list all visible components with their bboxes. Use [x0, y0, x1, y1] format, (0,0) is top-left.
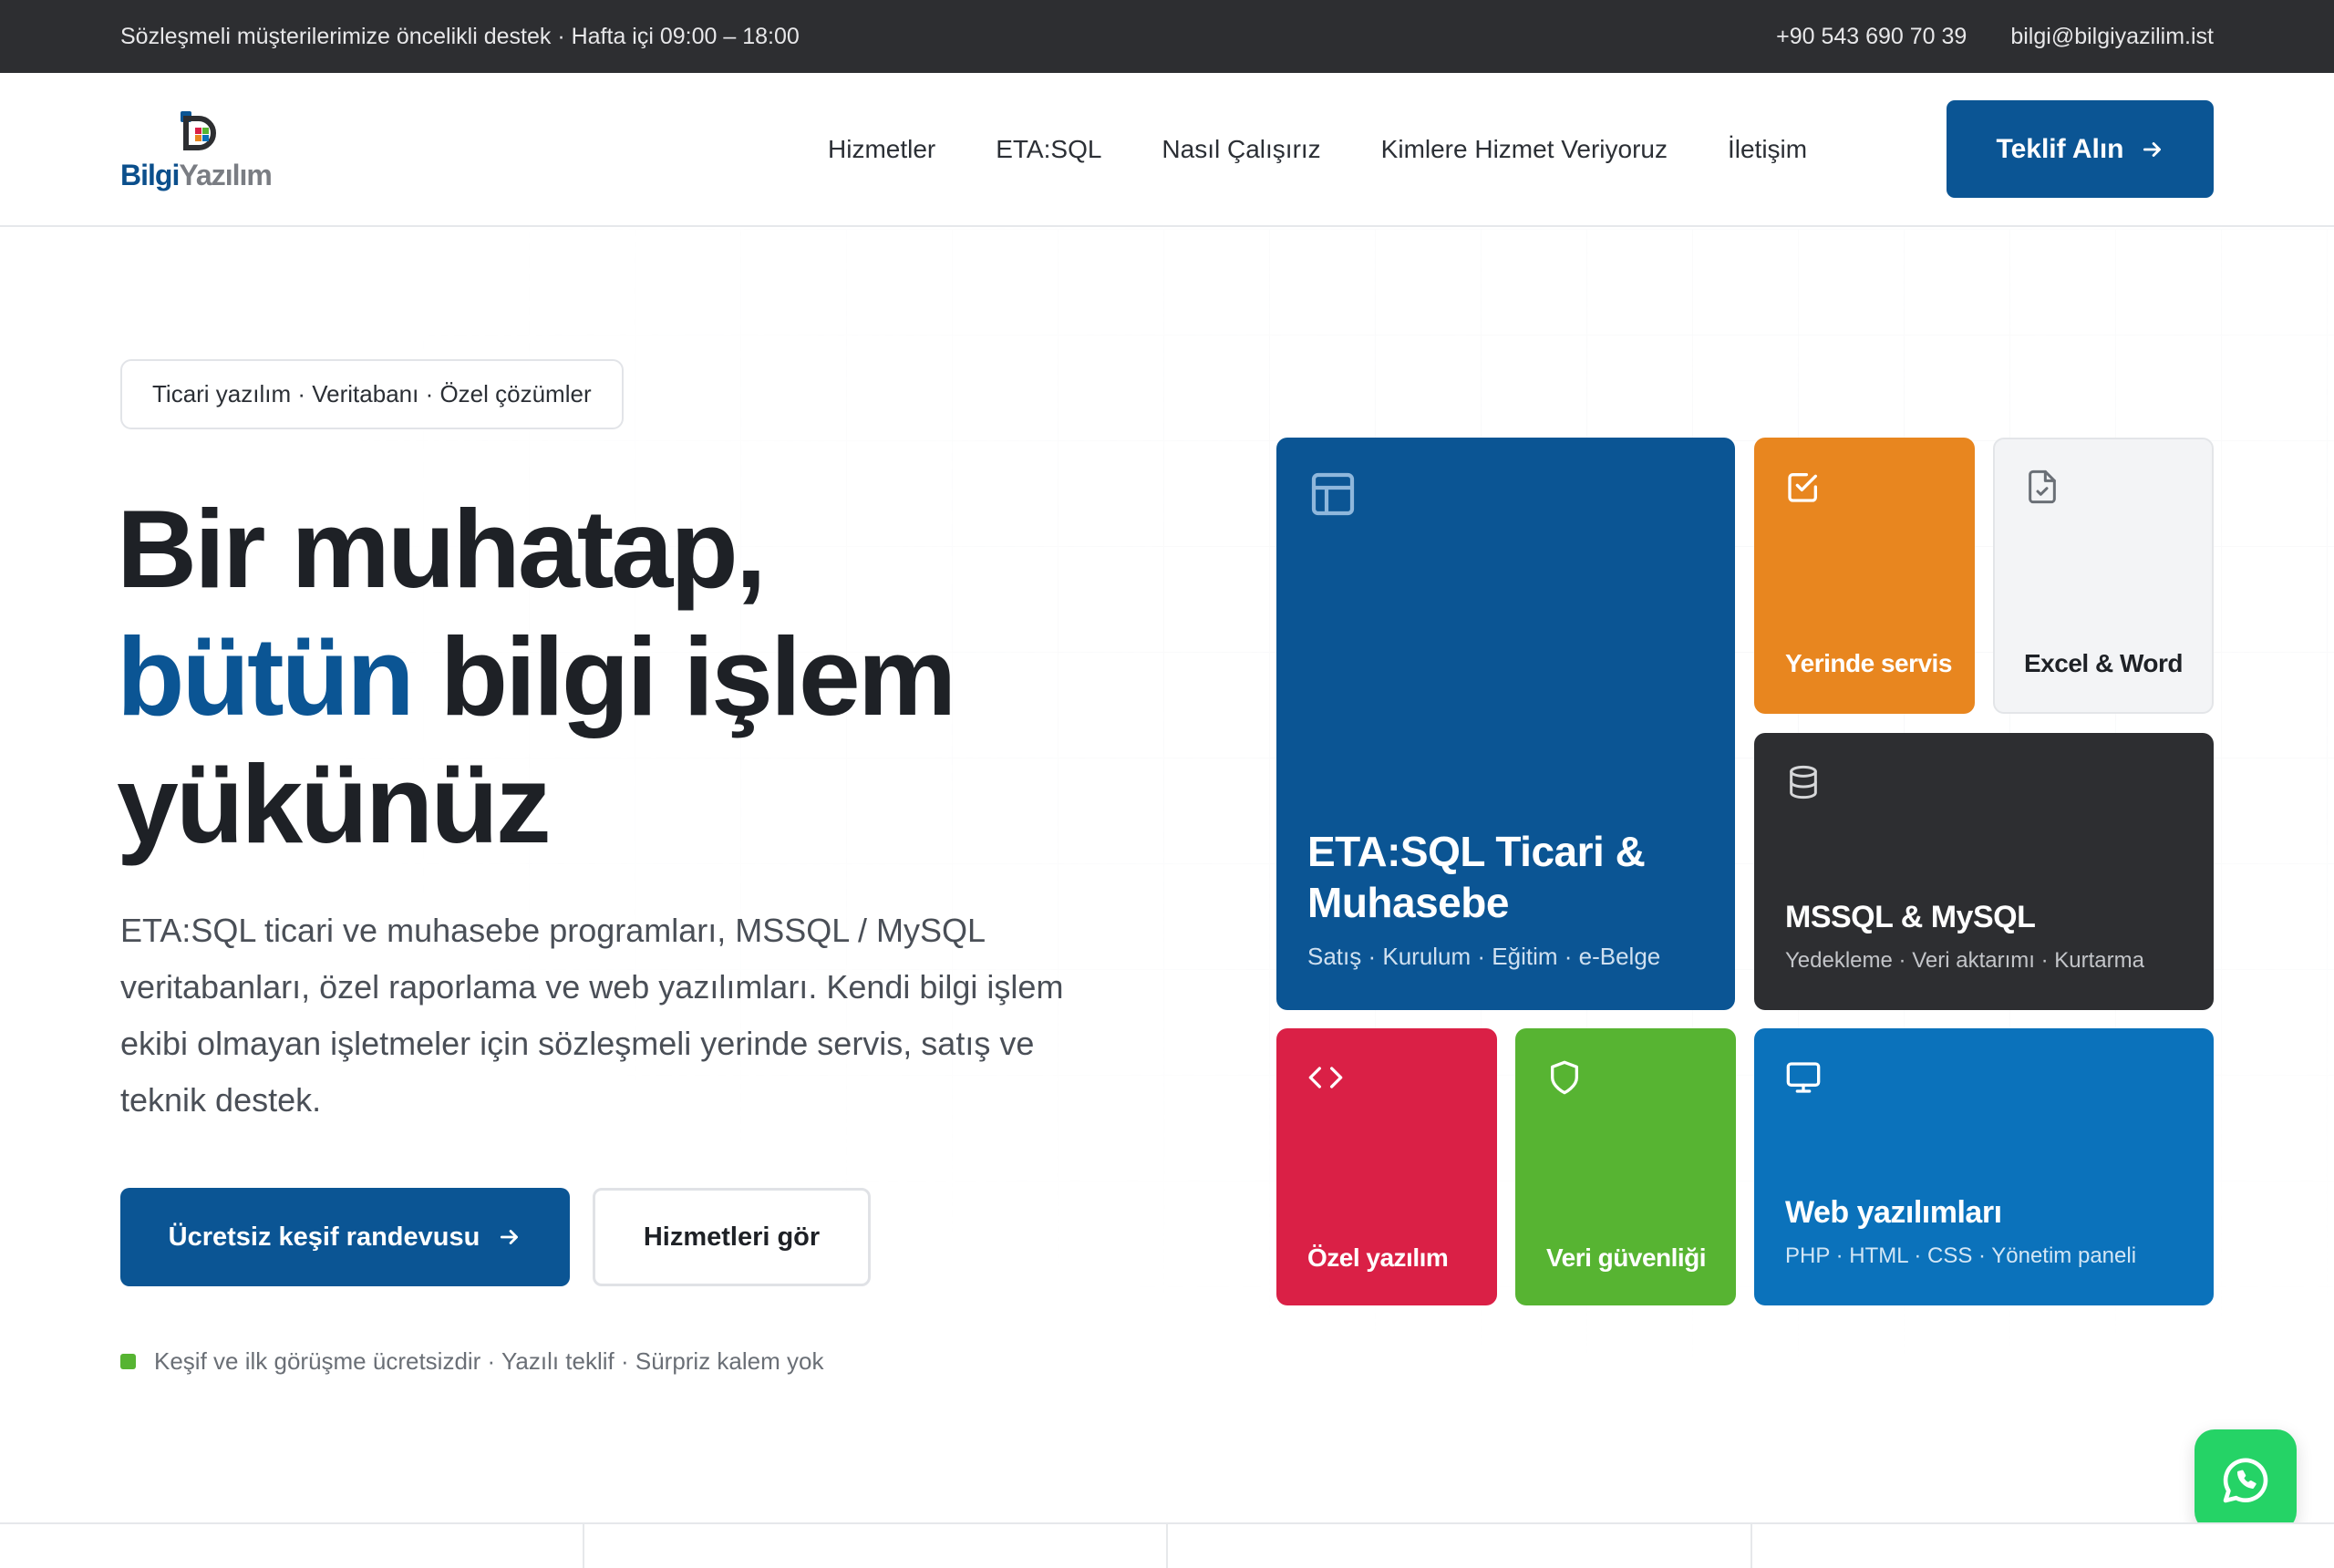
- tile-web-subtitle: PHP · HTML · CSS · Yönetim paneli: [1785, 1243, 2137, 1268]
- tile-veri-guvenligi[interactable]: Veri güvenliği: [1515, 1028, 1736, 1305]
- tile-excel-title: Excel & Word: [2024, 649, 2183, 677]
- nav-item-eta-sql[interactable]: ETA:SQL: [996, 135, 1101, 164]
- whatsapp-icon: [2223, 1458, 2268, 1503]
- see-services-button[interactable]: Hizmetleri gör: [593, 1188, 871, 1286]
- arrow-right-icon: [2143, 141, 2161, 157]
- tile-mssql-mysql[interactable]: MSSQL & MySQL Yedekleme · Veri aktarımı …: [1754, 733, 2214, 1010]
- free-discovery-label: Ücretsiz keşif randevusu: [168, 1222, 480, 1252]
- check-square-icon: [1788, 473, 1817, 502]
- nav-item-iletisim[interactable]: İletişim: [1728, 135, 1807, 164]
- green-dot-icon: [120, 1354, 136, 1369]
- logo-wordmark: BilgiYazılım: [120, 159, 273, 191]
- site-header: BilgiYazılım Hizmetler ETA:SQL Nasıl Çal…: [0, 73, 2334, 227]
- logo-mark-icon: [181, 111, 216, 150]
- code-icon: [1308, 1067, 1343, 1088]
- email-link[interactable]: bilgi@bilgiyazilim.ist: [2010, 24, 2214, 50]
- hero-lead: ETA:SQL ticari ve muhasebe programları, …: [120, 912, 1064, 1119]
- tile-excel-word[interactable]: Excel & Word: [1993, 438, 2214, 714]
- next-section-strip: [0, 1522, 2334, 1568]
- tile-yerinde-title: Yerinde servis: [1785, 649, 1952, 677]
- nav-item-kimlere-hizmet[interactable]: Kimlere Hizmet Veriyoruz: [1381, 135, 1668, 164]
- tile-ozel-title: Özel yazılım: [1307, 1243, 1449, 1272]
- hero-badge: Ticari yazılım · Veritabanı · Özel çözüm…: [120, 359, 624, 429]
- tile-sql-subtitle: Yedekleme · Veri aktarımı · Kurtarma: [1785, 948, 2144, 973]
- hero-note: Keşif ve ilk görüşme ücretsizdir · Yazıl…: [120, 1347, 823, 1376]
- tile-ozel-yazilim[interactable]: Özel yazılım: [1276, 1028, 1497, 1305]
- tile-sql-title: MSSQL & MySQL: [1785, 900, 2036, 934]
- arrow-right-icon: [501, 1230, 519, 1244]
- tile-veri-title: Veri güvenliği: [1546, 1243, 1707, 1272]
- monitor-icon: [1786, 1062, 1821, 1093]
- tile-eta-title: ETA:SQL Ticari & Muhasebe: [1307, 828, 1646, 926]
- free-discovery-button[interactable]: Ücretsiz keşif randevusu: [120, 1188, 570, 1286]
- hero-headline: Bir muhatap, bütün bilgi işlem yükünüz: [117, 487, 956, 866]
- nav-item-hizmetler[interactable]: Hizmetler: [828, 135, 935, 164]
- main-nav: Hizmetler ETA:SQL Nasıl Çalışırız Kimler…: [828, 73, 1807, 225]
- database-icon: [1790, 765, 1817, 799]
- phone-link[interactable]: +90 543 690 70 39: [1776, 24, 1967, 50]
- top-bar: Sözleşmeli müşterilerimize öncelikli des…: [0, 0, 2334, 73]
- get-quote-label: Teklif Alın: [1996, 133, 2124, 164]
- shield-icon: [1551, 1060, 1578, 1095]
- tile-yerinde-servis[interactable]: Yerinde servis: [1754, 438, 1975, 714]
- whatsapp-button[interactable]: [2195, 1429, 2297, 1532]
- support-notice: Sözleşmeli müşterilerimize öncelikli des…: [120, 24, 800, 49]
- headline-accent: bütün: [117, 614, 415, 738]
- tile-eta-sql[interactable]: ETA:SQL Ticari & Muhasebe Satış · Kurulum…: [1276, 438, 1735, 1010]
- table-icon: [1311, 472, 1355, 516]
- nav-item-nasil-calisiriz[interactable]: Nasıl Çalışırız: [1162, 135, 1320, 164]
- logo[interactable]: BilgiYazılım: [120, 106, 280, 193]
- tile-web-yazilimlari[interactable]: Web yazılımları PHP · HTML · CSS · Yönet…: [1754, 1028, 2214, 1305]
- file-check-icon: [2029, 469, 2056, 504]
- tile-eta-subtitle: Satış · Kurulum · Eğitim · e-Belge: [1307, 943, 1661, 970]
- tile-web-title: Web yazılımları: [1785, 1195, 2002, 1230]
- hero-note-text: Keşif ve ilk görüşme ücretsizdir · Yazıl…: [154, 1347, 824, 1375]
- get-quote-button[interactable]: Teklif Alın: [1947, 100, 2214, 198]
